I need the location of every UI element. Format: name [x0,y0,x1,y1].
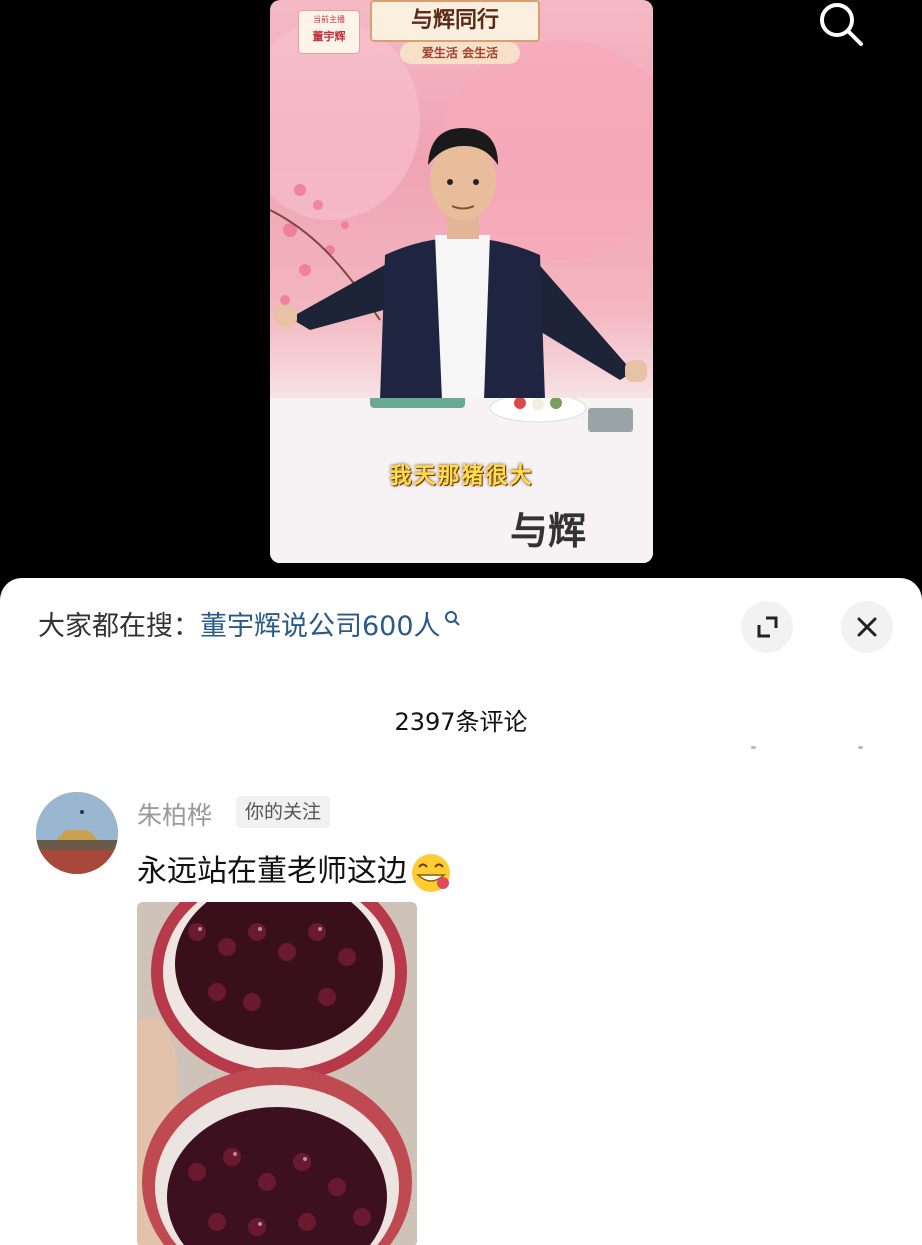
scroll-dot [751,746,756,749]
comment-count: 2397条评论 [394,708,528,736]
video-bottom-logo: 与辉 [510,508,587,553]
expand-button[interactable] [741,601,793,653]
comments-sheet: 大家都在搜：董宇辉说公司600人 2397条评论 朱柏桦 你的关注 永远站在董老… [0,578,922,1245]
comment-user-name[interactable]: 朱柏桦 [137,796,212,832]
avatar[interactable] [36,792,118,874]
hot-search-prefix: 大家都在搜： [38,611,200,642]
close-button[interactable] [841,601,893,653]
comment-text-row: 永远站在董老师这边 [137,846,453,895]
search-icon [820,3,863,46]
follow-tag: 你的关注 [236,796,331,828]
hot-search-query-link[interactable]: 董宇辉说公司600人 [200,611,441,642]
comment-image[interactable] [137,902,417,1245]
close-icon [857,617,877,637]
scroll-dot [858,746,863,749]
hot-search-bar[interactable]: 大家都在搜：董宇辉说公司600人 [38,608,461,646]
small-search-icon [444,611,460,626]
expand-icon [757,616,778,638]
presenter-figure [275,128,647,400]
search-button[interactable] [812,0,870,52]
video-frame[interactable]: 当前主播 董宇辉 与辉同行 爱生活 会生活 我天那猪很大 与辉 [270,0,653,563]
video-player[interactable]: 当前主播 董宇辉 与辉同行 爱生活 会生活 我天那猪很大 与辉 [0,0,922,600]
comment-text: 永远站在董老师这边 [137,854,407,889]
video-caption: 我天那猪很大 [389,464,534,489]
grinning-emoji-icon [412,853,450,892]
